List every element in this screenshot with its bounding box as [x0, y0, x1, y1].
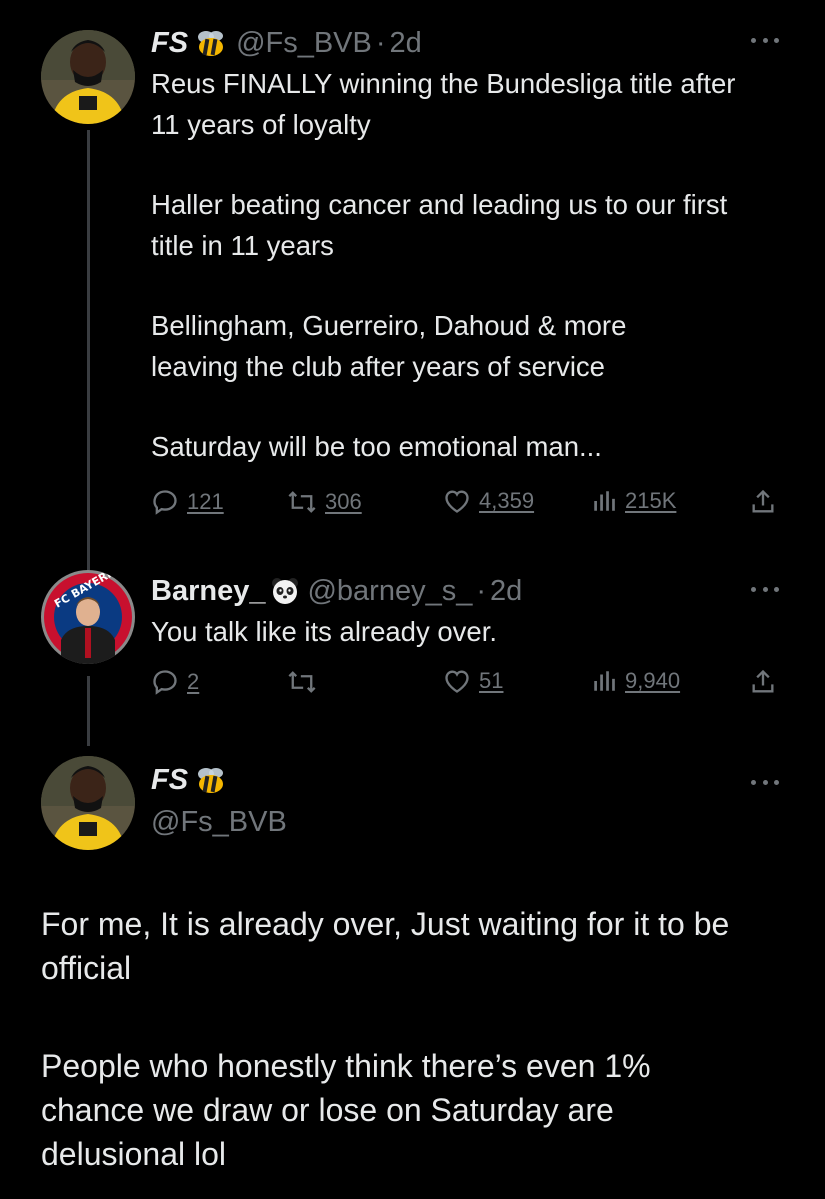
- view-count: 9,940: [625, 668, 681, 693]
- reply-icon: [153, 670, 177, 695]
- retweet-count: 306: [325, 489, 362, 514]
- tweet-paragraph: Bellingham, Guerreiro, Dahoud & more lea…: [151, 310, 627, 382]
- share-icon: [752, 489, 774, 513]
- reply-count: 2: [187, 669, 200, 694]
- share-button[interactable]: [749, 668, 785, 696]
- avatar[interactable]: FC BAYERN: [41, 570, 135, 664]
- bee-emoji-icon: [194, 28, 228, 58]
- more-options-icon[interactable]: [751, 36, 779, 44]
- timestamp[interactable]: 2d: [390, 26, 422, 60]
- retweet-icon: [288, 671, 316, 693]
- avatar[interactable]: [41, 756, 135, 850]
- heart-icon: [445, 670, 469, 693]
- retweet-button[interactable]: 306: [287, 488, 362, 516]
- reply-icon: [153, 490, 177, 515]
- thread-line: [87, 130, 90, 570]
- timestamp[interactable]: 2d: [490, 574, 522, 608]
- reply-button[interactable]: 2: [151, 668, 199, 696]
- tweet-header: FS @Fs_BVB: [151, 760, 287, 842]
- handle[interactable]: @barney_s_: [307, 574, 472, 608]
- bee-emoji-icon: [194, 765, 228, 795]
- view-count: 215K: [625, 488, 677, 513]
- share-icon: [752, 669, 774, 693]
- avatar-barney-image: FC BAYERN: [41, 570, 135, 664]
- views-chart-icon: [594, 671, 615, 691]
- handle[interactable]: @Fs_BVB: [236, 26, 372, 60]
- separator-dot: ·: [375, 27, 386, 59]
- tweet-paragraph: You talk like its already over.: [151, 616, 497, 647]
- more-options-icon[interactable]: [751, 778, 779, 786]
- separator-dot: ·: [476, 575, 487, 607]
- views-button[interactable]: 215K: [591, 488, 676, 514]
- display-name[interactable]: FS: [151, 26, 188, 60]
- share-button[interactable]: [749, 488, 785, 516]
- tweet-text: For me, It is already over, Just waiting…: [41, 902, 801, 1176]
- avatar-fs-image: [41, 30, 135, 124]
- like-count: 4,359: [479, 488, 535, 513]
- tweet-paragraph: Reus FINALLY winning the Bundesliga titl…: [151, 68, 736, 140]
- more-options-icon[interactable]: [751, 585, 779, 593]
- tweet-text: You talk like its already over.: [151, 612, 791, 653]
- display-name[interactable]: Barney_: [151, 574, 265, 608]
- views-chart-icon: [594, 491, 615, 511]
- display-name[interactable]: FS: [151, 760, 188, 800]
- action-bar: 2 51 9,940: [151, 668, 781, 708]
- thread-line: [87, 676, 90, 746]
- tweet-paragraph: People who honestly think there’s even 1…: [41, 1048, 651, 1172]
- tweet-paragraph: Haller beating cancer and leading us to …: [151, 189, 728, 261]
- avatar[interactable]: [41, 30, 135, 124]
- heart-icon: [445, 490, 469, 513]
- reply-count: 121: [187, 489, 224, 514]
- reply-button[interactable]: 121: [151, 488, 224, 516]
- tweet-paragraph: For me, It is already over, Just waiting…: [41, 906, 730, 986]
- views-button[interactable]: 9,940: [591, 668, 680, 694]
- handle[interactable]: @Fs_BVB: [151, 802, 287, 842]
- tweet-header: Barney_ @barney_s_ · 2d: [151, 574, 522, 608]
- like-button[interactable]: 4,359: [443, 488, 534, 514]
- like-count: 51: [479, 668, 504, 693]
- tweet-header: FS @Fs_BVB · 2d: [151, 26, 422, 60]
- avatar-fs-image: [41, 756, 135, 850]
- tweet-paragraph: Saturday will be too emotional man...: [151, 431, 602, 462]
- tweet-text: Reus FINALLY winning the Bundesliga titl…: [151, 64, 791, 468]
- like-button[interactable]: 51: [443, 668, 503, 694]
- action-bar: 121 306 4,359 215K: [151, 488, 781, 528]
- retweet-icon: [288, 491, 316, 513]
- retweet-button[interactable]: [287, 668, 325, 696]
- panda-emoji-icon: [271, 577, 299, 605]
